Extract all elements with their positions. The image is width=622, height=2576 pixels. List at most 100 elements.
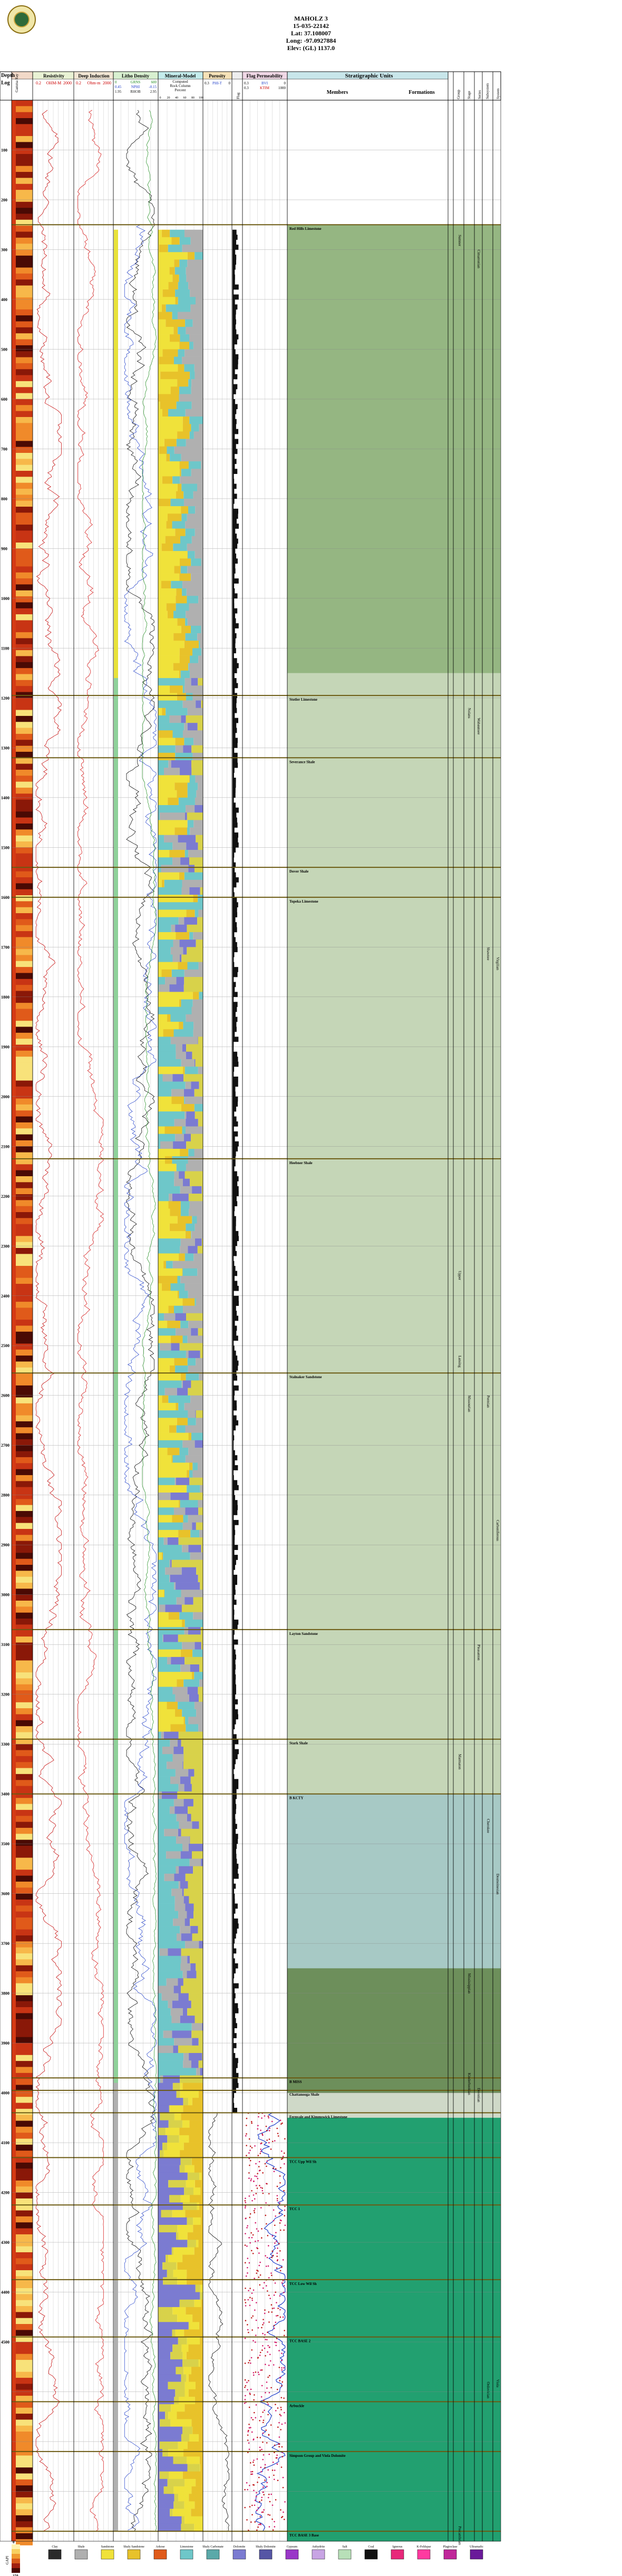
mineral-model-cell [198, 2434, 203, 2442]
gr-color-cell [16, 943, 33, 950]
mineral-model-cell [183, 1134, 191, 1142]
permeability-point [251, 2120, 252, 2123]
mineral-model-cell [195, 1642, 201, 1650]
gr-color-cell [16, 1194, 33, 1200]
mineral-model-cell [186, 1119, 198, 1127]
gr-color-cell [16, 626, 33, 633]
gr-color-cell [16, 602, 33, 609]
mineral-model-cell [186, 1350, 189, 1359]
mineral-model-cell [175, 2329, 184, 2337]
flag-bar [232, 1006, 237, 1012]
permeability-point [279, 2309, 281, 2311]
ld-lith-cell [114, 1649, 118, 1658]
mineral-model-cell [193, 1911, 203, 1919]
permeability-point [247, 2324, 248, 2326]
mineral-model-cell [201, 2172, 203, 2181]
permeability-point [252, 2194, 255, 2196]
mineral-model-cell [179, 940, 196, 947]
ld-scale-max: 2.95 [150, 90, 157, 94]
ld-lith-cell [114, 1836, 118, 1844]
mineral-model-cell [191, 2000, 203, 2009]
mineral-model-cell [194, 2299, 201, 2308]
permeability-point [248, 2424, 250, 2425]
mineral-model-cell [166, 521, 172, 529]
ld-lith-cell [114, 977, 118, 985]
ld-lith-cell [114, 641, 118, 648]
mineral-model-cell [183, 2143, 203, 2151]
ld-lith-cell [114, 282, 118, 290]
mineral-model-cell [158, 1986, 174, 1993]
mineral-model-cell [170, 947, 183, 955]
mineral-model-cell [181, 2516, 185, 2524]
permeability-point [267, 2403, 269, 2405]
mineral-model-cell [177, 618, 186, 626]
mineral-model-cell [164, 1828, 178, 1837]
mineral-model-cell [158, 962, 178, 970]
mineral-model-cell [187, 1418, 196, 1426]
mineral-model-cell [195, 1223, 203, 1232]
mineral-model-cell [162, 2449, 169, 2457]
permeability-point [248, 2237, 250, 2239]
ld-lith-cell [114, 1672, 118, 1680]
mineral-model-cell [180, 768, 192, 776]
flag-bar [232, 1221, 236, 1226]
mineral-model-cell [200, 1485, 203, 1493]
flag-bar [232, 952, 235, 957]
flag-bar [232, 1610, 235, 1615]
gr-color-cell [16, 2497, 33, 2504]
mineral-model-cell [178, 1978, 183, 1986]
permeability-point [257, 2327, 259, 2329]
permeability-point [270, 2424, 272, 2426]
permeability-point [280, 2415, 282, 2417]
mineral-model-cell [161, 2210, 172, 2218]
strat-band [287, 324, 501, 350]
ld-lith-cell [114, 596, 118, 604]
group-header: Stage [467, 91, 471, 99]
ld-lith-cell [114, 730, 118, 738]
strat-unit-label: Marmaton [458, 1754, 462, 1770]
mineral-model-cell [182, 2351, 187, 2360]
flag-header: Flag [236, 92, 240, 99]
formation-top-label: Dover Shale [289, 869, 308, 874]
mineral-model-cell [158, 252, 188, 260]
mineral-model-cell [176, 439, 186, 447]
gr-color-cell [16, 1546, 33, 1553]
gr-color-cell [16, 393, 33, 400]
gr-color-cell [16, 1571, 33, 1577]
mineral-model-cell [172, 1074, 184, 1082]
mineral-model-cell [158, 1103, 181, 1112]
flag-bar [232, 1590, 236, 1595]
mineral-model-cell [201, 1642, 203, 1650]
deep-scale-min: 0.2 [76, 81, 81, 85]
flag-bar [232, 414, 236, 420]
ld-lith-cell [114, 417, 118, 424]
mineral-model-cell [164, 879, 182, 888]
ld-lith-cell [114, 461, 118, 469]
flag-bar [232, 1624, 238, 1630]
mineral-model-cell [184, 738, 194, 745]
mineral-model-cell [158, 1529, 179, 1538]
mineral-model-cell [178, 282, 189, 290]
mineral-model-cell [174, 1582, 176, 1590]
mineral-model-cell [158, 1164, 177, 1171]
flag-bar [232, 618, 236, 624]
permeability-point [254, 2500, 256, 2501]
mineral-model-cell [183, 947, 187, 955]
gr-color-cell [16, 1804, 33, 1810]
ld-curve-name: GRNS [131, 80, 141, 84]
mineral-model-cell [180, 2075, 203, 2083]
permeability-point [250, 2473, 252, 2475]
mineral-model-cell [158, 1836, 177, 1844]
mineral-model-cell [175, 745, 183, 753]
mineral-model-cell [191, 2060, 199, 2068]
flag-bar [232, 409, 237, 414]
mineral-model-cell [190, 1926, 198, 1934]
mineral-model-cell [193, 738, 203, 745]
gr-color-cell [16, 1116, 33, 1123]
mineral-model-cell [199, 2172, 202, 2181]
gr-color-cell [16, 2013, 33, 2020]
mineral-model-cell [187, 827, 190, 836]
mineral-model-cell [158, 1963, 181, 1971]
flag-bar [232, 1465, 238, 1470]
mineral-model-cell [158, 2478, 168, 2487]
